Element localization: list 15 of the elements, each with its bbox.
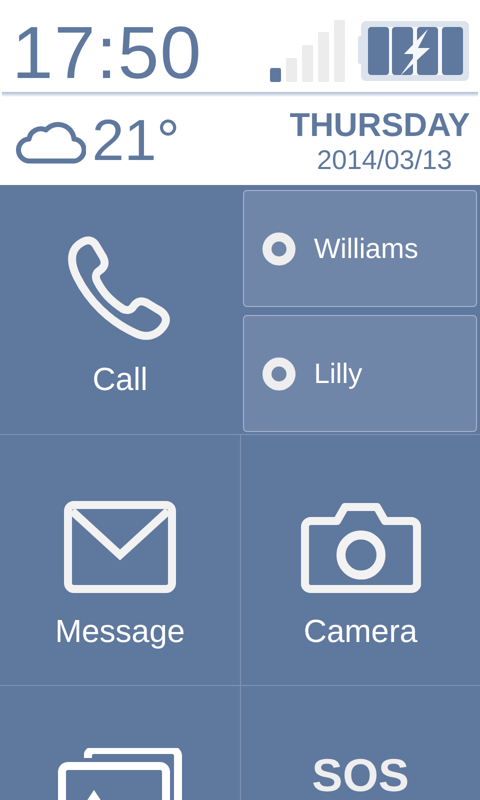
clock-time: 17:50 <box>12 16 202 90</box>
call-tile[interactable]: Call <box>0 185 240 434</box>
gallery-icon <box>58 748 182 800</box>
camera-tile[interactable]: Camera <box>241 435 480 685</box>
contact-button[interactable]: Williams <box>243 190 477 307</box>
message-tile[interactable]: Message <box>0 435 240 685</box>
contact-button[interactable]: Lilly <box>243 315 477 432</box>
weekday: THURSDAY <box>290 108 470 141</box>
temperature: 21° <box>92 112 180 170</box>
ring-icon <box>262 356 296 390</box>
camera-icon <box>300 501 420 593</box>
envelope-icon <box>64 501 176 593</box>
date: 2014/03/13 <box>316 147 452 174</box>
sos-tile[interactable]: SOS <box>241 686 480 800</box>
ring-icon <box>262 232 296 266</box>
